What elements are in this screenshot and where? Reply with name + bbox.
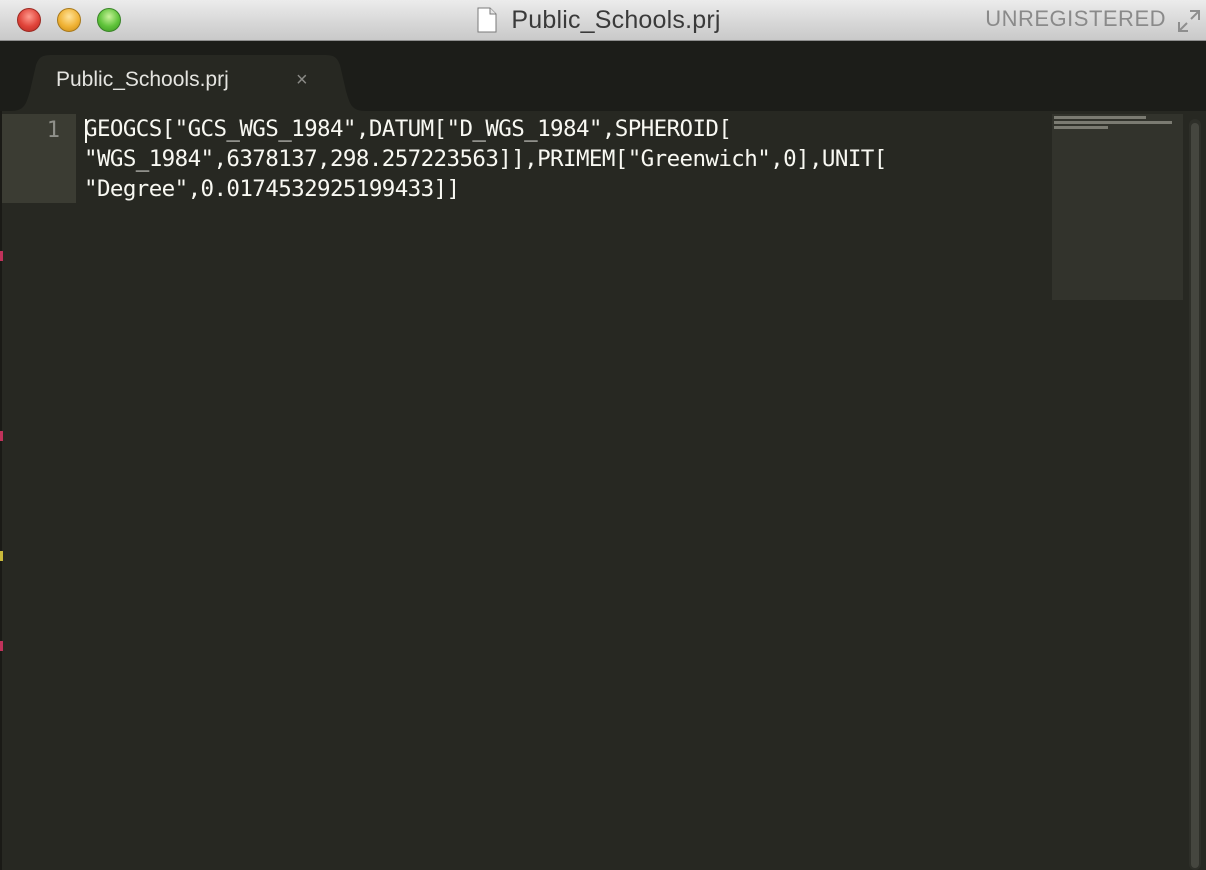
title-bar: Public_Schools.prj UNREGISTERED [0,0,1206,41]
tab-bar: Public_Schools.prj × [0,41,1206,111]
active-line-gutter: 1 [2,114,76,203]
line-number: 1 [46,118,60,143]
minimap-line [1054,126,1108,129]
edge-marker [0,431,3,441]
minimap-line [1054,121,1172,124]
code-wrapped-line: "Degree",0.0174532925199433]] [84,176,460,202]
editor-area[interactable]: 1 GEOGCS["GCS_WGS_1984",DATUM["D_WGS_198… [0,111,1206,870]
tab-public-schools[interactable]: Public_Schools.prj × [10,55,366,111]
code-wrapped-line: "WGS_1984",6378137,298.257223563]],PRIME… [84,146,887,172]
code-wrapped-line: GEOGCS["GCS_WGS_1984",DATUM["D_WGS_1984"… [84,116,732,142]
zoom-button[interactable] [97,8,121,32]
registration-status: UNREGISTERED [985,6,1166,31]
minimap[interactable] [1052,114,1183,300]
window-title: Public_Schools.prj [511,5,721,34]
tab-close-icon[interactable]: × [296,70,308,90]
close-button[interactable] [17,8,41,32]
document-icon [477,7,497,33]
fullscreen-icon[interactable] [1176,8,1202,34]
scrollbar-thumb[interactable] [1191,123,1199,868]
window-left-edge [0,111,2,870]
edge-marker [0,641,3,651]
minimize-button[interactable] [57,8,81,32]
code-text[interactable]: GEOGCS["GCS_WGS_1984",DATUM["D_WGS_1984"… [84,114,1004,204]
tab-label: Public_Schools.prj [56,68,229,91]
minimap-line [1054,116,1146,119]
edge-marker [0,251,3,261]
edge-marker [0,551,3,561]
